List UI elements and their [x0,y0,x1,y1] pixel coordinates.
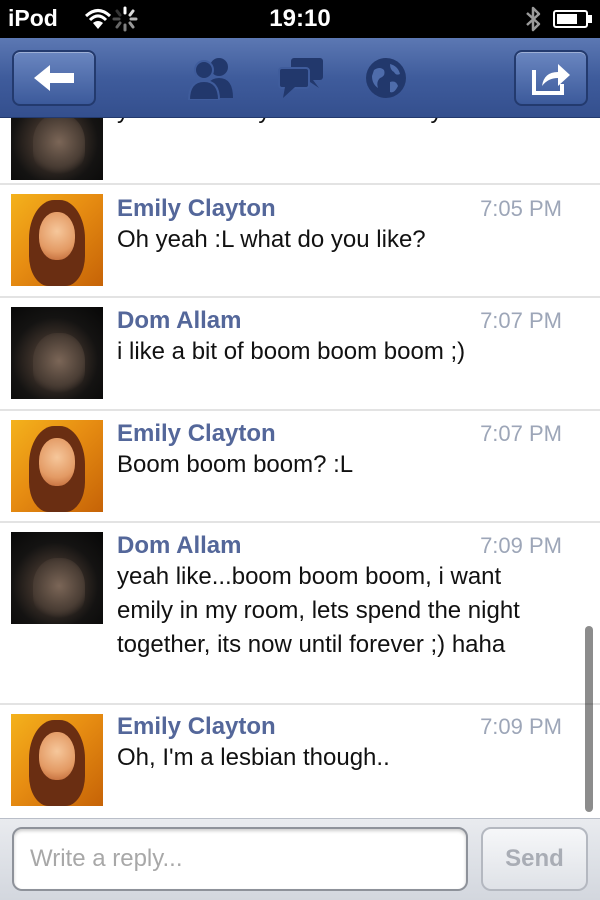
sender-avatar[interactable] [11,420,103,512]
reply-bar: Send [0,818,600,900]
messages-icon[interactable] [277,56,325,100]
sender-name[interactable]: Emily Clayton [117,420,276,448]
back-arrow-icon [34,65,74,91]
message-time: 7:07 PM [480,308,562,333]
nav-bar [0,38,600,118]
send-button[interactable]: Send [481,827,588,891]
message-text: Boom boom boom? :L [117,451,354,478]
message-row: yeah i asked you what music you liked [0,118,600,185]
battery-icon [553,10,592,28]
message-time: 7:09 PM [480,533,562,558]
sender-avatar[interactable] [11,532,103,624]
message-text: yeah like...boom boom boom, i want emily… [117,563,520,658]
share-button[interactable] [514,50,588,106]
friends-icon[interactable] [186,56,238,100]
scrollbar[interactable] [585,626,593,812]
sender-avatar[interactable] [11,714,103,806]
globe-icon[interactable] [364,56,408,100]
message-time: 7:05 PM [480,196,562,221]
back-button[interactable] [12,50,96,106]
sender-avatar[interactable] [11,307,103,399]
status-bar: iPod 19:10 [0,0,600,38]
message-list[interactable]: yeah i asked you what music you liked Em… [0,118,600,818]
share-icon [532,64,570,95]
message-text: i like a bit of boom boom boom ;) [117,338,466,365]
sender-name[interactable]: Dom Allam [117,307,241,335]
message-time: 7:09 PM [480,714,562,739]
message-text: yeah i asked you what music you liked [117,118,537,128]
sender-name[interactable]: Dom Allam [117,532,241,560]
sender-avatar[interactable] [11,194,103,286]
bluetooth-icon [526,6,541,32]
sender-name[interactable]: Emily Clayton [117,195,276,223]
message-row: Emily Clayton 7:09 PM Oh, I'm a lesbian … [0,705,600,818]
message-text: Oh, I'm a lesbian though.. [117,744,390,771]
reply-input[interactable] [12,827,468,891]
message-text: Oh yeah :L what do you like? [117,226,426,253]
message-time: 7:07 PM [480,421,562,446]
status-time: 19:10 [269,5,331,32]
sender-avatar[interactable] [11,118,103,180]
message-row: Dom Allam 7:09 PM yeah like...boom boom … [0,523,600,705]
message-row: Emily Clayton 7:07 PM Boom boom boom? :L [0,411,600,523]
message-row: Emily Clayton 7:05 PM Oh yeah :L what do… [0,185,600,298]
sender-name[interactable]: Emily Clayton [117,713,276,741]
message-row: Dom Allam 7:07 PM i like a bit of boom b… [0,298,600,411]
